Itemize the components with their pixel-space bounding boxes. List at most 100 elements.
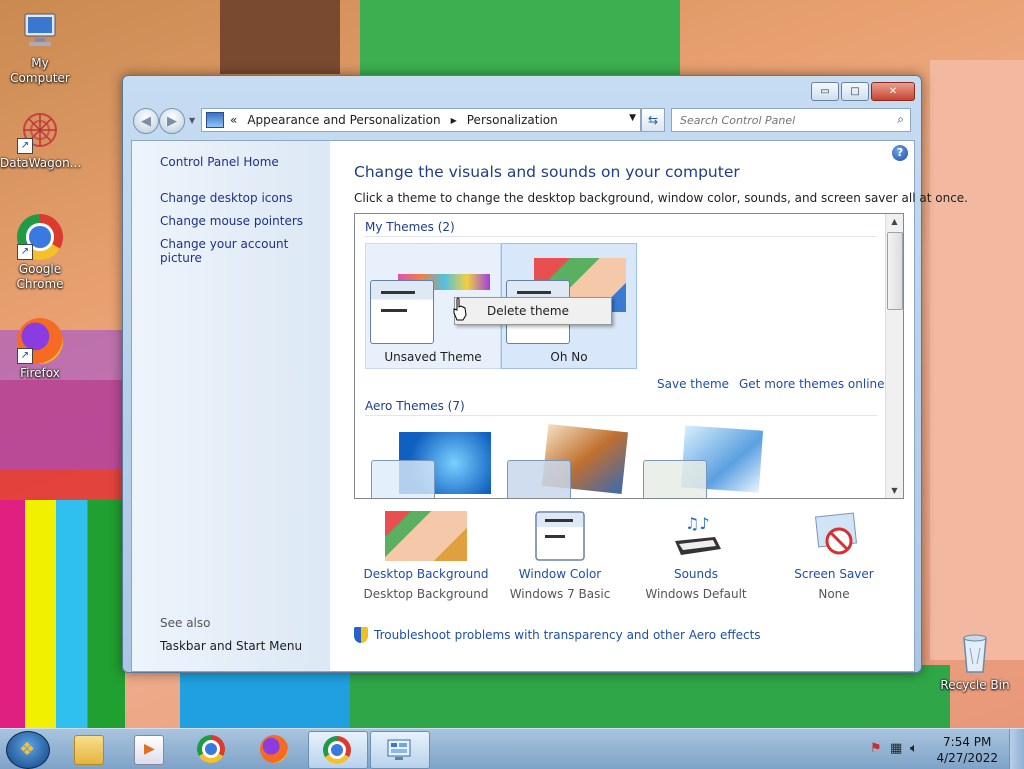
breadcrumb-overflow[interactable]: « bbox=[230, 113, 237, 127]
wallpaper-region bbox=[330, 665, 950, 728]
computer-icon bbox=[17, 8, 63, 54]
scroll-down-icon[interactable]: ▼ bbox=[886, 486, 903, 495]
taskbar-explorer[interactable] bbox=[60, 731, 118, 767]
page-title: Change the visuals and sounds on your co… bbox=[354, 163, 740, 181]
wallpaper-region bbox=[930, 60, 1024, 660]
close-button[interactable]: ✕ bbox=[871, 82, 915, 101]
minimize-button[interactable]: ▭ bbox=[811, 82, 839, 101]
troubleshoot-aero-link[interactable]: Troubleshoot problems with transparency … bbox=[354, 627, 761, 643]
system-tray: ⚑ ▦ 🔈︎ 7:54 PM 4/27/2022 bbox=[844, 729, 1024, 769]
breadcrumb-personalization[interactable]: Personalization bbox=[467, 113, 558, 127]
aero-theme-windows[interactable] bbox=[369, 426, 493, 498]
control-panel-home-link[interactable]: Control Panel Home bbox=[160, 155, 279, 169]
setting-title[interactable]: Window Color bbox=[490, 567, 630, 581]
clock-date: 4/27/2022 bbox=[936, 751, 998, 765]
volume-icon[interactable]: 🔈︎ bbox=[910, 741, 926, 757]
change-desktop-icons-link[interactable]: Change desktop icons bbox=[160, 191, 293, 205]
address-bar[interactable]: « Appearance and Personalization ▶ Perso… bbox=[201, 108, 641, 132]
taskbar-chrome-profile[interactable] bbox=[308, 731, 368, 769]
recycle-bin-icon bbox=[952, 630, 998, 676]
taskbar-control-panel[interactable] bbox=[370, 731, 430, 769]
desktop-icon-firefox[interactable]: ↗ Firefox bbox=[0, 318, 80, 381]
address-dropdown-icon[interactable]: ▼ bbox=[629, 113, 636, 123]
desktop-icon-label: DataWagon... bbox=[0, 156, 82, 170]
refresh-button[interactable]: ⇆ bbox=[641, 108, 665, 132]
change-mouse-pointers-link[interactable]: Change mouse pointers bbox=[160, 214, 303, 228]
network-icon[interactable]: ▦ bbox=[890, 741, 906, 757]
aero-theme-characters[interactable] bbox=[641, 425, 765, 498]
shortcut-arrow-icon: ↗ bbox=[17, 138, 33, 154]
taskbar-firefox[interactable] bbox=[246, 731, 304, 767]
shortcut-arrow-icon: ↗ bbox=[17, 244, 33, 260]
maximize-button[interactable]: □ bbox=[841, 82, 869, 101]
recent-pages-dropdown[interactable]: ▼ bbox=[189, 116, 195, 125]
screen-saver-setting[interactable]: Screen Saver None bbox=[764, 511, 904, 601]
setting-value: Windows Default bbox=[645, 587, 747, 601]
search-box[interactable]: ⌕ bbox=[671, 108, 911, 132]
theme-name: Unsaved Theme bbox=[384, 350, 482, 364]
sidebar: Control Panel Home Change desktop icons … bbox=[132, 141, 330, 671]
scroll-up-icon[interactable]: ▲ bbox=[886, 217, 903, 226]
taskbar-media-player[interactable] bbox=[120, 731, 178, 767]
window-preview-icon bbox=[371, 460, 435, 498]
firefox-icon: ↗ bbox=[17, 318, 63, 364]
chrome-icon: ↗ bbox=[17, 214, 63, 260]
taskbar-chrome[interactable] bbox=[183, 731, 241, 767]
help-icon: ? bbox=[896, 146, 904, 159]
chrome-icon bbox=[323, 736, 351, 764]
datawagon-icon: ↗ bbox=[17, 108, 63, 154]
show-desktop-button[interactable] bbox=[1009, 729, 1024, 769]
search-input[interactable] bbox=[678, 112, 882, 128]
wallpaper-region bbox=[220, 0, 340, 74]
caption-buttons: ▭ □ ✕ bbox=[809, 82, 915, 101]
scrollbar-thumb[interactable] bbox=[887, 232, 903, 310]
aero-theme-architecture[interactable] bbox=[505, 423, 629, 498]
personalization-window: ▭ □ ✕ ◀ ▶ ▼ « Appearance and Personaliza… bbox=[122, 75, 968, 673]
desktop-icon-datawagon[interactable]: ↗ DataWagon... bbox=[0, 108, 82, 171]
theme-list: My Themes (2) Unsaved Theme Oh No Save t… bbox=[354, 213, 904, 499]
sounds-icon: ♫♪ bbox=[655, 511, 737, 561]
delete-theme-menu-item[interactable]: Delete theme bbox=[487, 304, 569, 318]
desktop-icon-recycle-bin[interactable]: Recycle Bin bbox=[935, 630, 1015, 693]
wallpaper-region bbox=[360, 0, 680, 80]
main-panel: ? Change the visuals and sounds on your … bbox=[330, 141, 968, 671]
setting-title[interactable]: Desktop Background bbox=[356, 567, 496, 581]
window-color-icon bbox=[519, 511, 601, 561]
setting-title[interactable]: Screen Saver bbox=[764, 567, 904, 581]
change-account-picture-link[interactable]: Change your account picture bbox=[160, 237, 330, 265]
desktop-icon-google-chrome[interactable]: ↗ Google Chrome bbox=[0, 214, 80, 292]
aero-themes-heading: Aero Themes (7) bbox=[365, 399, 465, 413]
back-button[interactable]: ◀ bbox=[133, 108, 159, 134]
forward-button[interactable]: ▶ bbox=[159, 108, 185, 134]
setting-value: None bbox=[818, 587, 850, 601]
save-theme-link[interactable]: Save theme bbox=[657, 377, 729, 391]
theme-list-scrollbar[interactable]: ▲ ▼ bbox=[885, 214, 903, 498]
get-more-themes-link[interactable]: Get more themes online bbox=[739, 377, 885, 391]
breadcrumb-separator-icon[interactable]: ▶ bbox=[451, 116, 457, 125]
group-divider bbox=[365, 415, 877, 416]
folder-icon bbox=[74, 735, 104, 765]
desktop-background-setting[interactable]: Desktop Background Desktop Background bbox=[356, 511, 496, 601]
desktop-icon-label: Google Chrome bbox=[16, 262, 64, 291]
window-color-setting[interactable]: Window Color Windows 7 Basic bbox=[490, 511, 630, 601]
clock[interactable]: 7:54 PM 4/27/2022 bbox=[936, 734, 998, 766]
back-arrow-icon: ◀ bbox=[141, 113, 151, 129]
setting-value: Desktop Background bbox=[363, 587, 489, 601]
wallpaper-region bbox=[180, 668, 350, 728]
sounds-setting[interactable]: ♫♪ Sounds Windows Default bbox=[626, 511, 766, 601]
troubleshoot-text[interactable]: Troubleshoot problems with transparency … bbox=[374, 628, 761, 642]
search-icon[interactable]: ⌕ bbox=[897, 112, 904, 127]
taskbar-start-menu-link[interactable]: Taskbar and Start Menu bbox=[160, 639, 302, 653]
setting-title[interactable]: Sounds bbox=[626, 567, 766, 581]
start-button[interactable] bbox=[6, 731, 50, 769]
desktop-icon-my-computer[interactable]: My Computer bbox=[0, 8, 80, 86]
shortcut-arrow-icon: ↗ bbox=[17, 348, 33, 364]
hand-pointer-cursor-icon bbox=[453, 297, 467, 321]
help-button[interactable]: ? bbox=[892, 145, 908, 161]
action-center-icon[interactable]: ⚑ bbox=[870, 741, 886, 757]
screen-saver-icon bbox=[793, 511, 875, 561]
theme-name: Oh No bbox=[550, 350, 588, 364]
desktop-icon-label: Firefox bbox=[20, 366, 60, 380]
control-panel-icon bbox=[206, 112, 224, 128]
breadcrumb-appearance[interactable]: Appearance and Personalization bbox=[247, 113, 440, 127]
